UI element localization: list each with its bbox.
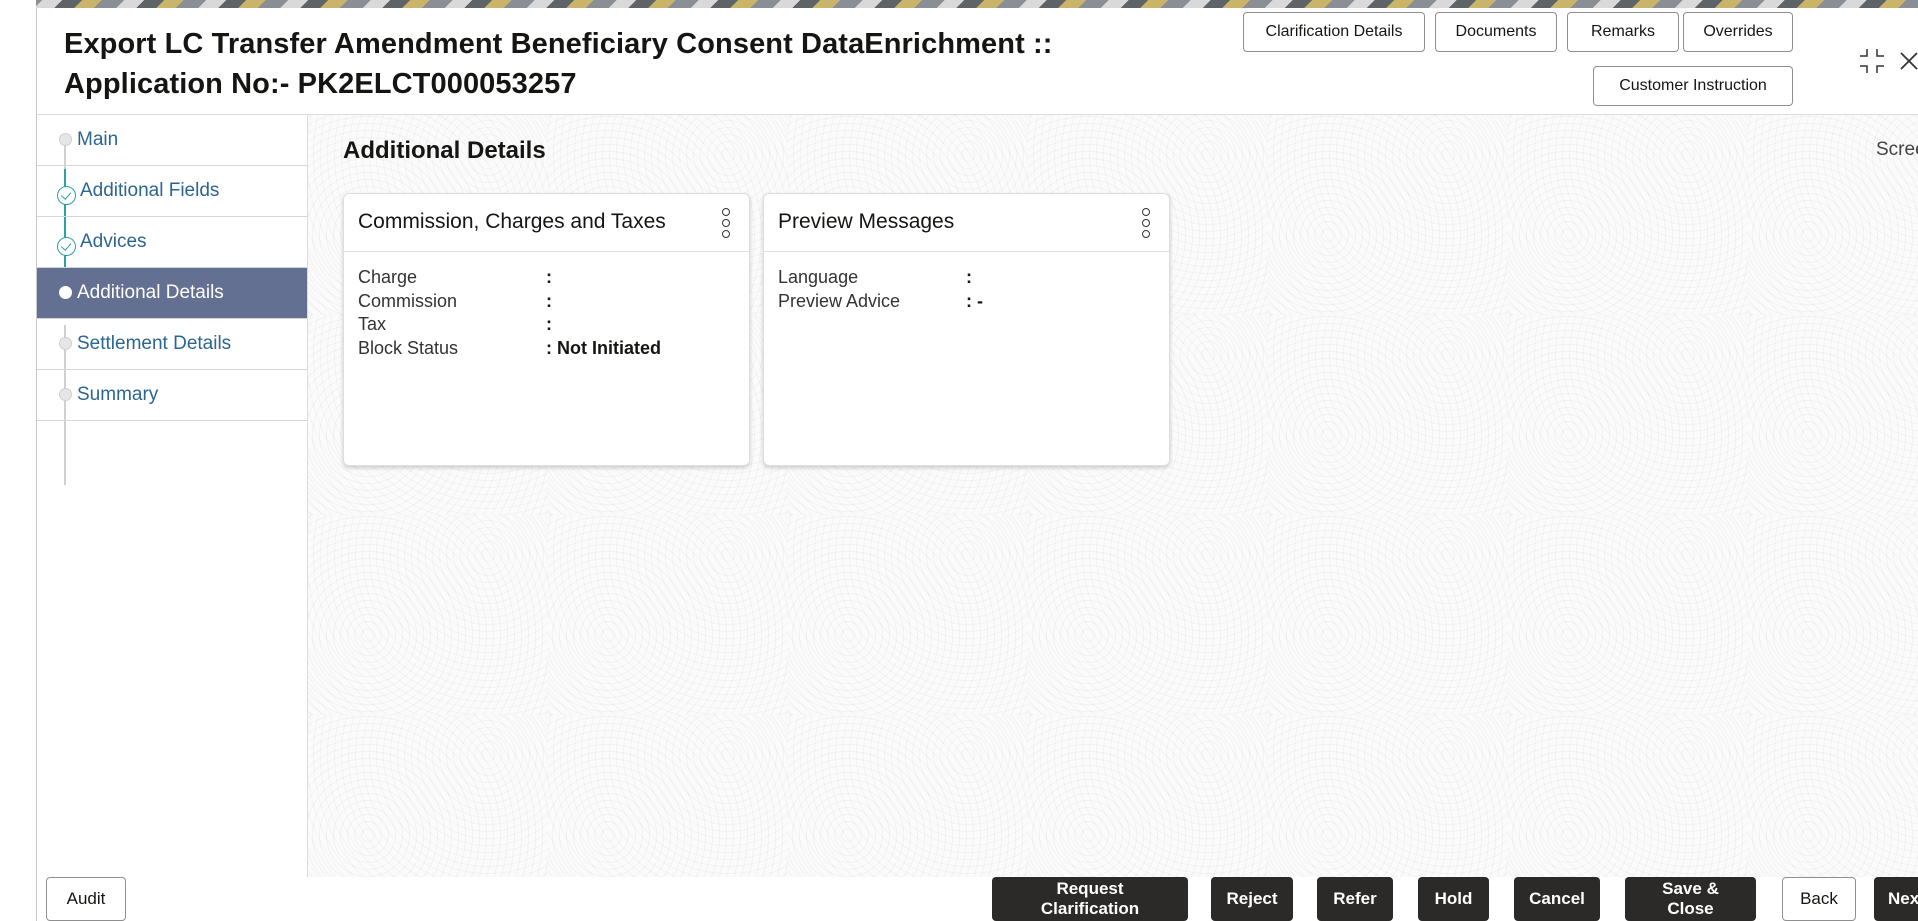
- step-pending-icon: [59, 388, 72, 401]
- step-current-icon: [59, 286, 72, 299]
- window-header: Export LC Transfer Amendment Beneficiary…: [37, 8, 1918, 115]
- sidebar-item-settlement-details[interactable]: Settlement Details: [37, 319, 307, 370]
- sidebar-item-label: Advices: [80, 231, 147, 252]
- hold-button[interactable]: Hold: [1418, 877, 1489, 921]
- customer-instruction-button[interactable]: Customer Instruction: [1593, 66, 1793, 106]
- card-title: Preview Messages: [778, 210, 955, 233]
- application-number: Application No:- PK2ELCT000053257: [64, 68, 577, 100]
- card-header: Preview Messages: [764, 194, 1169, 252]
- field-value: :: [546, 267, 552, 287]
- sidebar-item-main[interactable]: Main: [37, 115, 307, 166]
- kebab-menu-icon[interactable]: [721, 206, 731, 238]
- field-label: Tax: [358, 314, 387, 334]
- step-complete-icon: [57, 186, 76, 205]
- audit-button[interactable]: Audit: [46, 877, 126, 921]
- clarification-details-button[interactable]: Clarification Details: [1243, 12, 1425, 52]
- step-pending-icon: [59, 133, 72, 146]
- page-title: Export LC Transfer Amendment Beneficiary…: [64, 24, 1053, 104]
- field-value: :: [546, 291, 552, 311]
- main-content: Additional Details Screen(4/ Commission,…: [308, 115, 1918, 877]
- sidebar-item-label: Additional Fields: [80, 180, 220, 201]
- step-complete-icon: [57, 237, 76, 256]
- card-header: Commission, Charges and Taxes: [344, 194, 749, 252]
- sidebar-item-advices[interactable]: Advices: [37, 217, 307, 268]
- commission-charges-taxes-card: Commission, Charges and Taxes Charge : C…: [343, 193, 750, 466]
- request-clarification-button[interactable]: Request Clarification: [992, 877, 1188, 921]
- back-button[interactable]: Back: [1782, 877, 1856, 921]
- sidebar-item-label: Settlement Details: [77, 333, 232, 354]
- field-value: : -: [966, 291, 983, 311]
- card-title: Commission, Charges and Taxes: [358, 210, 666, 233]
- sidebar-item-summary[interactable]: Summary: [37, 370, 307, 421]
- cancel-button[interactable]: Cancel: [1514, 877, 1600, 921]
- overrides-button[interactable]: Overrides: [1683, 12, 1793, 52]
- sidebar-item-additional-fields[interactable]: Additional Fields: [37, 166, 307, 217]
- sidebar-item-label: Main: [77, 129, 119, 150]
- step-pending-icon: [59, 337, 72, 350]
- field-label: Block Status: [358, 338, 459, 358]
- remarks-button[interactable]: Remarks: [1567, 12, 1679, 52]
- field-label: Preview Advice: [778, 291, 901, 311]
- next-button[interactable]: Next: [1874, 877, 1918, 921]
- field-value: :: [546, 314, 552, 334]
- block-status-value: : Not Initiated: [546, 338, 661, 358]
- field-label: Charge: [358, 267, 418, 287]
- documents-button[interactable]: Documents: [1435, 12, 1557, 52]
- field-label: Language: [778, 267, 859, 287]
- page-title-line1: Export LC Transfer Amendment Beneficiary…: [64, 28, 1053, 60]
- backdrop-edge: [0, 0, 36, 921]
- kebab-menu-icon[interactable]: [1141, 206, 1151, 238]
- workflow-sidebar: Main Additional Fields Advices Additiona…: [37, 115, 308, 877]
- field-label: Commission: [358, 291, 458, 311]
- field-value: :: [966, 267, 972, 287]
- dataenrichment-window: Export LC Transfer Amendment Beneficiary…: [36, 8, 1918, 921]
- section-title: Additional Details: [343, 137, 546, 164]
- reject-button[interactable]: Reject: [1211, 877, 1293, 921]
- screen-indicator: Screen(4/: [1876, 139, 1918, 160]
- close-icon[interactable]: [1897, 48, 1918, 74]
- sidebar-item-label: Additional Details: [77, 282, 224, 303]
- preview-messages-card: Preview Messages Language : Preview Advi…: [763, 193, 1170, 466]
- save-and-close-button[interactable]: Save & Close: [1625, 877, 1756, 921]
- refer-button[interactable]: Refer: [1317, 877, 1393, 921]
- sidebar-item-additional-details[interactable]: Additional Details: [37, 268, 307, 319]
- sidebar-item-label: Summary: [77, 384, 159, 405]
- minimize-icon[interactable]: [1857, 46, 1887, 76]
